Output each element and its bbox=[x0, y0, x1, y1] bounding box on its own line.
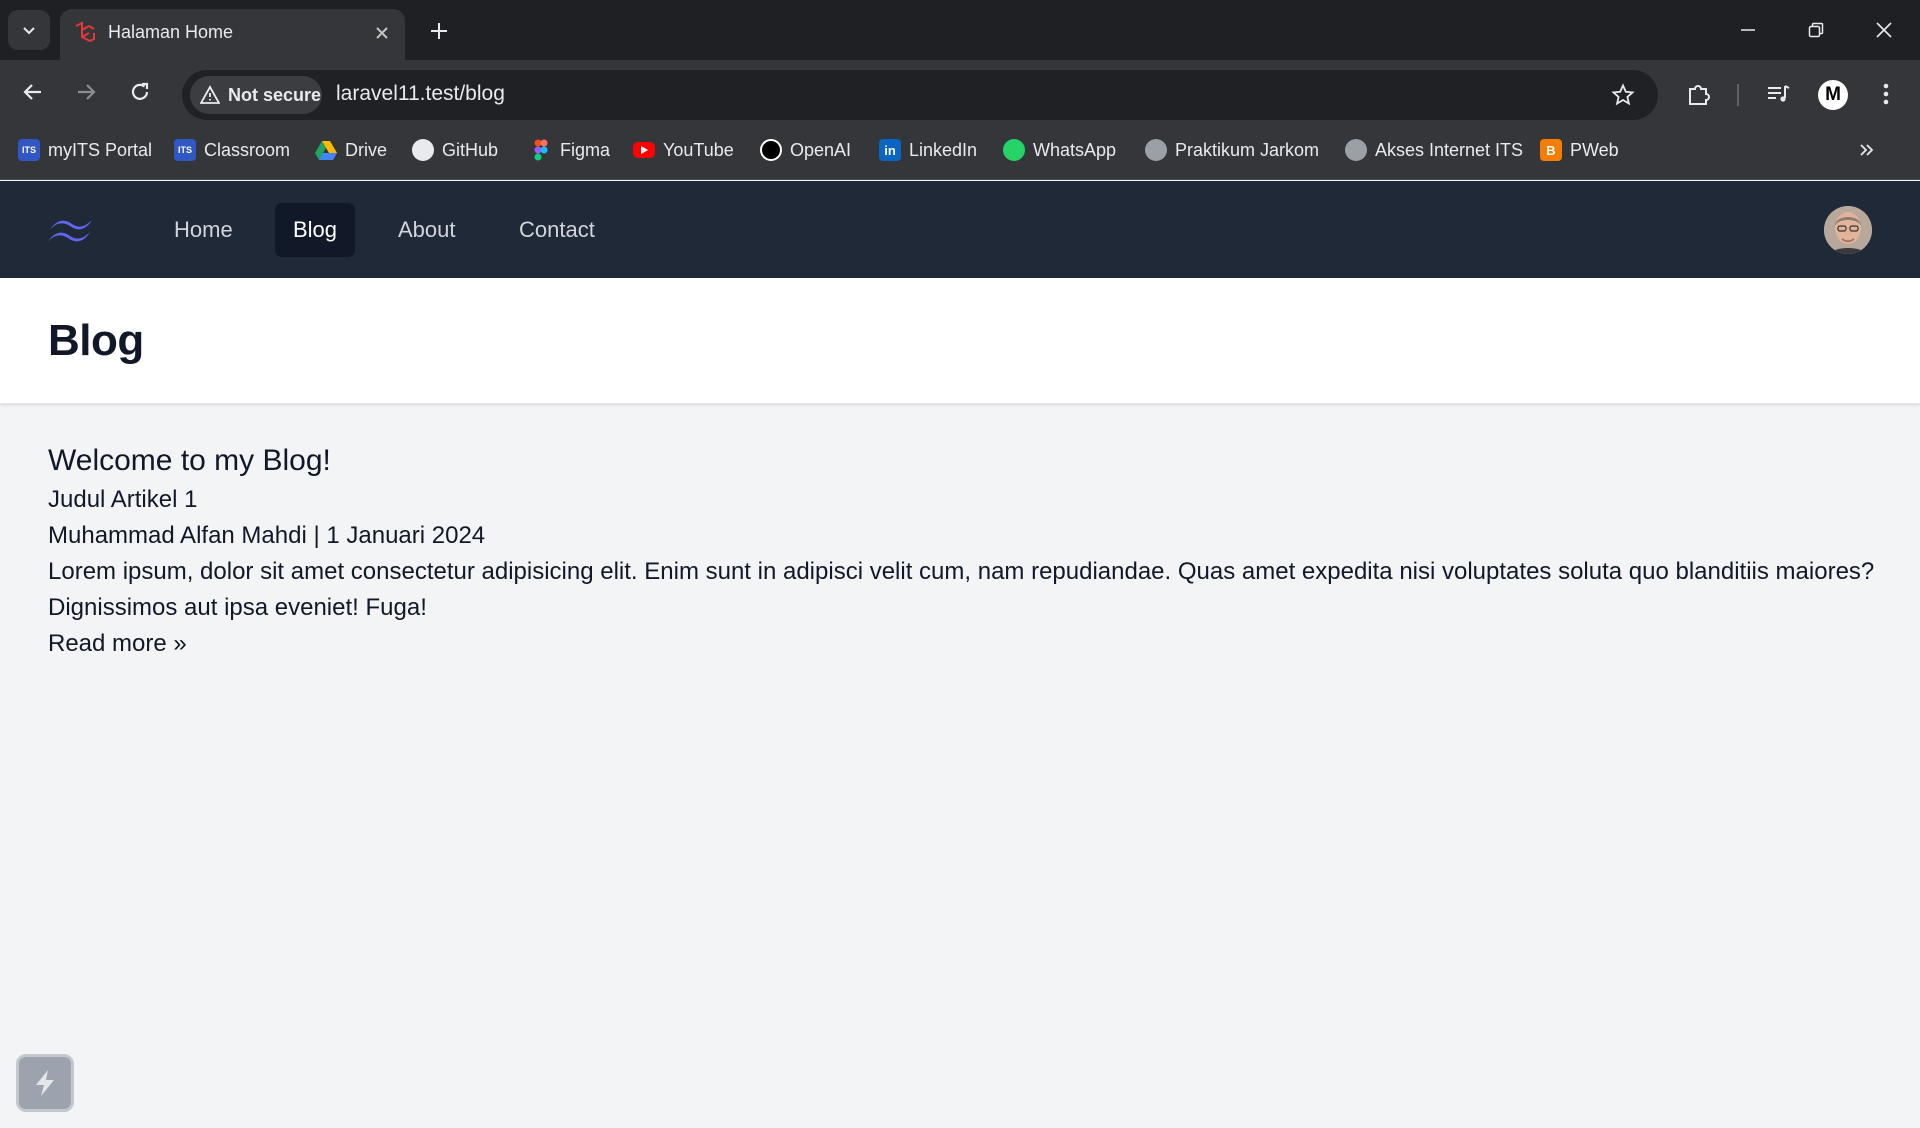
bookmark-pweb[interactable]: B PWeb bbox=[1540, 136, 1619, 164]
user-photo-icon bbox=[1824, 206, 1872, 254]
bookmark-label: YouTube bbox=[663, 139, 734, 160]
close-icon bbox=[1876, 22, 1892, 38]
whatsapp-icon bbox=[1003, 139, 1025, 161]
tab-title: Halaman Home bbox=[108, 22, 234, 42]
user-avatar[interactable] bbox=[1824, 206, 1872, 254]
plus-icon bbox=[431, 23, 447, 39]
nav-link-contact[interactable]: Contact bbox=[501, 203, 613, 257]
globe-icon bbox=[1145, 139, 1167, 161]
its-icon: ITS bbox=[18, 139, 40, 161]
tailwind-logo-icon[interactable] bbox=[46, 210, 96, 250]
nav-link-about[interactable]: About bbox=[380, 203, 474, 257]
extensions-button[interactable] bbox=[1681, 76, 1717, 112]
bookmark-figma[interactable]: Figma bbox=[530, 136, 610, 164]
restore-icon bbox=[1808, 22, 1824, 38]
bookmark-label: Praktikum Jarkom bbox=[1175, 139, 1320, 160]
media-control-button[interactable] bbox=[1760, 76, 1796, 112]
bookmark-label: LinkedIn bbox=[909, 139, 978, 160]
bookmark-praktikum-jarkom[interactable]: Praktikum Jarkom bbox=[1145, 136, 1319, 164]
double-chevron-right-icon bbox=[1860, 144, 1874, 156]
tab-search-button[interactable] bbox=[8, 10, 50, 50]
main-content: Welcome to my Blog! Judul Artikel 1 Muha… bbox=[48, 440, 1878, 662]
security-chip[interactable]: Not secure bbox=[190, 76, 322, 114]
page-header bbox=[0, 278, 1920, 404]
globe-icon bbox=[1345, 139, 1367, 161]
github-icon bbox=[412, 139, 434, 161]
nav-link-blog[interactable]: Blog bbox=[275, 203, 356, 257]
bookmark-drive[interactable]: Drive bbox=[315, 136, 387, 164]
bookmark-openai[interactable]: OpenAI bbox=[760, 136, 851, 164]
page-title: Blog bbox=[48, 316, 144, 365]
post-body: Lorem ipsum, dolor sit amet consectetur … bbox=[48, 558, 1875, 621]
chevron-down-icon bbox=[23, 27, 35, 35]
youtube-icon bbox=[633, 142, 655, 158]
bookmark-youtube[interactable]: YouTube bbox=[633, 136, 734, 164]
toolbar-separator bbox=[1737, 84, 1739, 106]
reload-icon bbox=[131, 82, 149, 100]
bookmark-whatsapp[interactable]: WhatsApp bbox=[1003, 136, 1116, 164]
browser-tab-active[interactable]: Halaman Home bbox=[60, 9, 405, 60]
security-label: Not secure bbox=[228, 84, 322, 105]
openai-icon bbox=[760, 139, 782, 161]
bookmark-akses-internet-its[interactable]: Akses Internet ITS bbox=[1345, 136, 1523, 164]
bookmark-label: myITS Portal bbox=[48, 139, 153, 160]
post-title: Judul Artikel 1 bbox=[48, 486, 198, 513]
reload-button[interactable] bbox=[122, 74, 158, 110]
tab-close-icon[interactable] bbox=[368, 19, 396, 47]
media-queue-icon bbox=[1768, 85, 1790, 102]
restore-button[interactable] bbox=[1796, 12, 1836, 48]
arrow-right-icon bbox=[78, 84, 96, 100]
nav-link-home[interactable]: Home bbox=[156, 203, 251, 257]
bookmarks-overflow-button[interactable] bbox=[1852, 136, 1880, 164]
puzzle-icon bbox=[1689, 85, 1710, 105]
laravel-icon bbox=[75, 21, 95, 43]
arrow-left-icon bbox=[23, 84, 41, 100]
back-button[interactable] bbox=[15, 74, 51, 110]
bookmark-label: OpenAI bbox=[790, 139, 852, 160]
bookmark-github[interactable]: GitHub bbox=[412, 136, 498, 164]
post-meta: Muhammad Alfan Mahdi | 1 Januari 2024 bbox=[48, 522, 486, 549]
figma-icon bbox=[530, 139, 552, 161]
bookmark-label: Classroom bbox=[204, 139, 291, 160]
minimize-button[interactable] bbox=[1728, 12, 1768, 48]
bookmark-label: Figma bbox=[560, 139, 611, 160]
bookmark-label: GitHub bbox=[442, 139, 499, 160]
blogger-icon: B bbox=[1540, 139, 1562, 161]
bookmark-label: PWeb bbox=[1570, 139, 1619, 160]
bookmark-label: Akses Internet ITS bbox=[1375, 139, 1524, 160]
star-icon bbox=[1611, 83, 1635, 106]
browser-menu-button[interactable] bbox=[1868, 76, 1904, 112]
welcome-heading: Welcome to my Blog! bbox=[48, 444, 331, 477]
bookmark-linkedin[interactable]: in LinkedIn bbox=[879, 136, 977, 164]
profile-avatar-button[interactable]: M bbox=[1818, 80, 1848, 110]
linkedin-icon: in bbox=[879, 139, 901, 161]
bookmark-classroom[interactable]: ITS Classroom bbox=[174, 136, 290, 164]
bookmark-label: Drive bbox=[345, 139, 388, 160]
debug-toolbar-button[interactable] bbox=[16, 1054, 74, 1112]
its-icon: ITS bbox=[174, 139, 196, 161]
bookmark-myits-portal[interactable]: ITS myITS Portal bbox=[18, 136, 152, 164]
kebab-menu-icon bbox=[1883, 83, 1889, 105]
lightning-icon bbox=[36, 1070, 54, 1096]
new-tab-button[interactable] bbox=[422, 14, 456, 48]
forward-button[interactable] bbox=[68, 74, 104, 110]
bookmark-label: WhatsApp bbox=[1033, 139, 1117, 160]
drive-icon bbox=[315, 139, 337, 161]
read-more-link[interactable]: Read more » bbox=[48, 626, 187, 662]
url-text[interactable]: laravel11.test/blog bbox=[336, 82, 505, 106]
bookmark-star-button[interactable] bbox=[1606, 78, 1640, 112]
minimize-icon bbox=[1741, 29, 1755, 31]
warning-icon bbox=[200, 85, 220, 104]
close-window-button[interactable] bbox=[1864, 12, 1904, 48]
